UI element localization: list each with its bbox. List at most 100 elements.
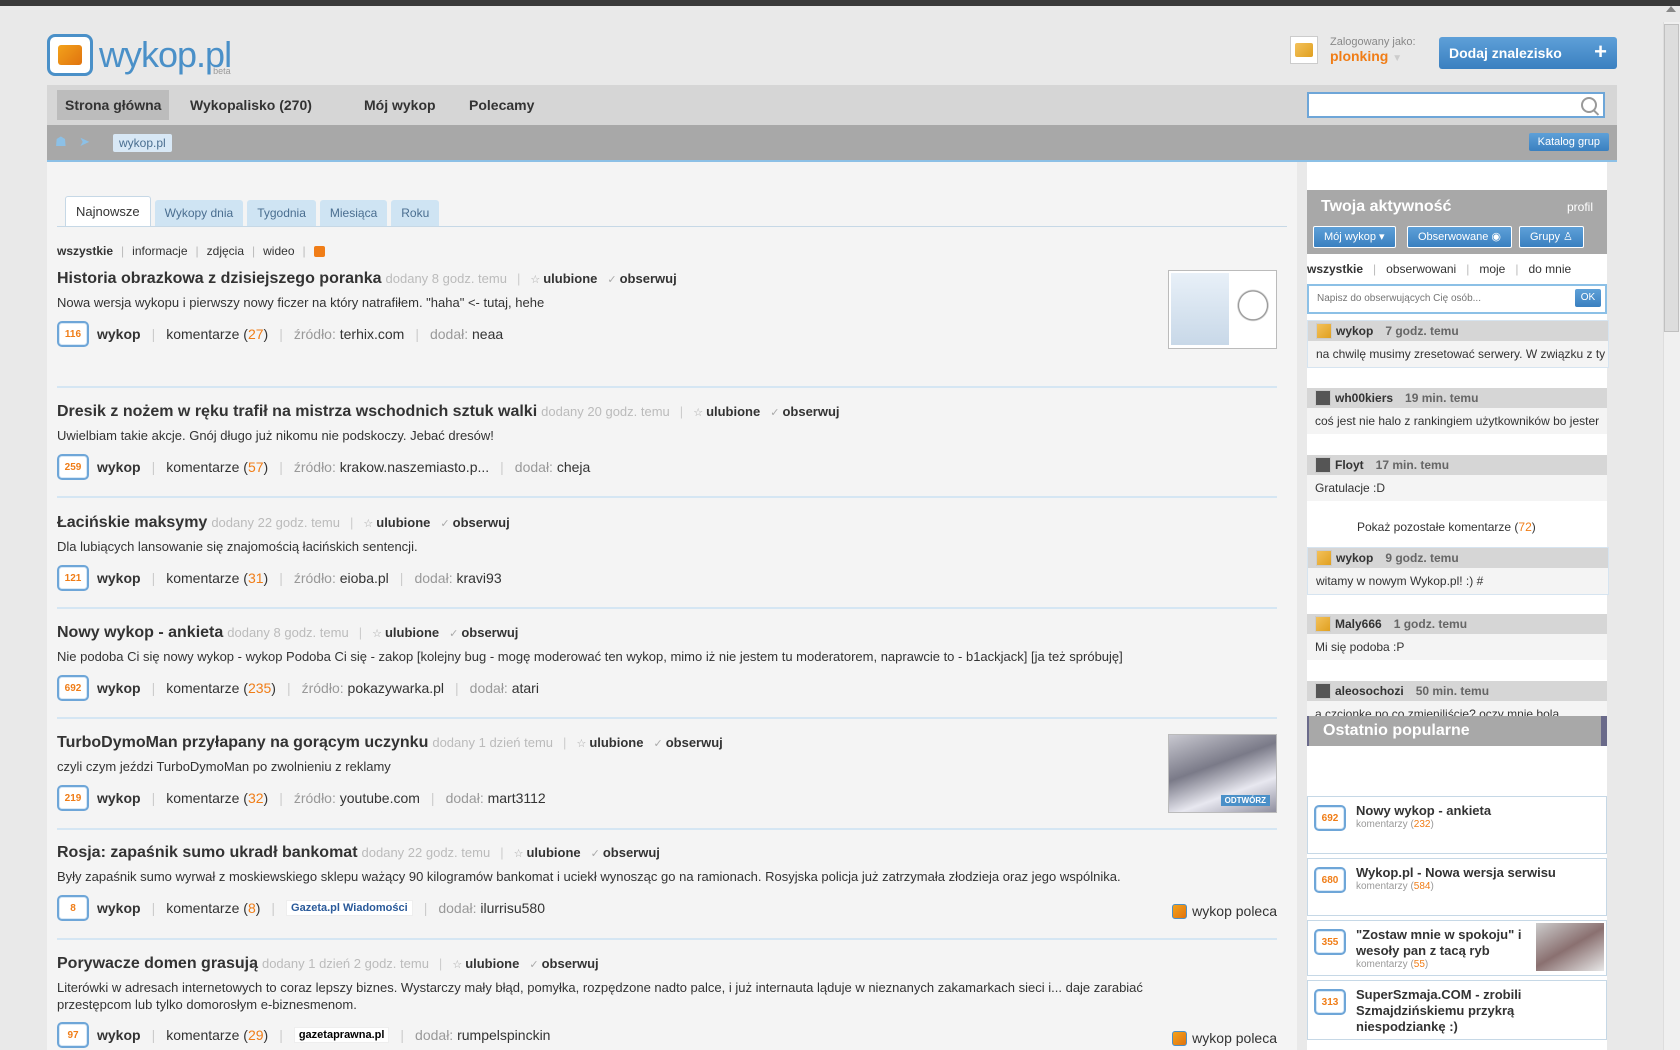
add-link-button[interactable]: Dodaj znalezisko + [1439,37,1617,69]
entry-time[interactable]: 9 godz. temu [1385,551,1458,565]
show-more-comments[interactable]: Pokaż pozostałe komentarze (72) [1357,520,1536,534]
comments-link[interactable]: komentarze (31) [166,570,268,586]
comments-link[interactable]: komentarze (32) [166,790,268,806]
observed-button[interactable]: Obserwowane ◉ [1407,226,1512,248]
group-chip[interactable]: wykop.pl [113,134,172,152]
filter-all[interactable]: wszystkie [57,244,113,258]
source-link[interactable]: youtube.com [340,790,420,806]
nav-home[interactable]: Strona główna [57,90,170,120]
popular-title[interactable]: Nowy wykop - ankieta [1356,803,1491,819]
status-input[interactable] [1315,292,1549,305]
tab-week[interactable]: Tygodnia [247,200,316,226]
wykop-button[interactable]: wykop [97,570,141,586]
wykop-recommends[interactable]: wykop poleca [1172,903,1277,919]
wykop-button[interactable]: wykop [97,790,141,806]
entry-time[interactable]: 50 min. temu [1416,684,1489,698]
username-link[interactable]: plonking [1330,48,1388,64]
popular-title[interactable]: Wykop.pl - Nowa wersja serwisu [1356,865,1556,881]
author-link[interactable]: mart3112 [488,790,546,806]
entry-user[interactable]: wh00kiers [1335,391,1393,405]
observe-link[interactable]: obserwuj [782,404,839,419]
popular-item[interactable]: 355 "Zostaw mnie w spokoju" i wesoły pan … [1307,920,1607,976]
groups-button[interactable]: Grupy ♙ [1519,226,1584,248]
comments-link[interactable]: komentarze (235) [166,680,276,696]
avatar[interactable] [1315,616,1331,632]
source-link[interactable]: krakow.naszemiasto.p... [340,459,489,475]
wykop-button[interactable]: wykop [97,1027,141,1043]
popular-thumbnail[interactable] [1536,923,1604,971]
entry-user[interactable]: wykop [1336,551,1373,565]
popular-title[interactable]: SuperSzmaja.COM - zrobili Szmajdzińskiemu… [1356,987,1521,1035]
ok-button[interactable]: OK [1575,289,1601,307]
wykop-button[interactable]: wykop [97,680,141,696]
filter-video[interactable]: wideo [263,244,294,258]
video-thumbnail[interactable]: ODTWÓRZ [1168,734,1277,813]
entry-user[interactable]: wykop [1336,324,1373,338]
entry-time[interactable]: 1 godz. temu [1394,617,1467,631]
item-title[interactable]: Dresik z nożem w ręku trafił na mistrza … [57,403,537,420]
activity-filter-observed[interactable]: obserwowani [1386,262,1456,276]
observe-link[interactable]: obserwuj [461,625,518,640]
entry-user[interactable]: aleosochozi [1335,684,1404,698]
item-title[interactable]: TurboDymoMan przyłapany na gorącym uczyn… [57,734,428,751]
item-title[interactable]: Nowy wykop - ankieta [57,624,223,641]
entry-user[interactable]: Maly666 [1335,617,1382,631]
favorite-link[interactable]: ulubione [706,404,760,419]
avatar[interactable] [1316,323,1332,339]
wykop-button[interactable]: wykop [97,900,141,916]
nav-my-wykop[interactable]: Mój wykop [364,85,436,125]
wykop-button[interactable]: wykop [97,459,141,475]
tab-newest[interactable]: Najnowsze [65,196,151,226]
source-logo[interactable]: Gazeta.pl Wiadomości [286,900,413,916]
avatar[interactable] [1316,550,1332,566]
user-box[interactable]: Zalogowany jako: plonking ▼ [1290,36,1416,64]
favorite-link[interactable]: ulubione [589,735,643,750]
activity-filter-to-me[interactable]: do mnie [1528,262,1571,276]
play-button[interactable]: ODTWÓRZ [1220,795,1270,806]
entry-time[interactable]: 7 godz. temu [1385,324,1458,338]
author-link[interactable]: neaa [472,326,503,342]
observe-link[interactable]: obserwuj [453,515,510,530]
vote-count-button[interactable]: 8 [57,895,89,921]
vote-count-button[interactable]: 692 [57,675,89,701]
author-link[interactable]: atari [512,680,539,696]
vote-count-button[interactable]: 219 [57,785,89,811]
popular-item[interactable]: 680 Wykop.pl - Nowa wersja serwisu komen… [1307,858,1607,916]
profile-link[interactable]: profil [1567,200,1593,214]
vote-count-button[interactable]: 313 [1314,989,1346,1015]
vote-count-button[interactable]: 121 [57,565,89,591]
avatar[interactable] [1290,36,1318,64]
author-link[interactable]: ilurrisu580 [480,900,545,916]
popular-title[interactable]: "Zostaw mnie w spokoju" i wesoły pan z ta… [1356,927,1521,959]
favorite-link[interactable]: ulubione [385,625,439,640]
vote-count-button[interactable]: 116 [57,321,89,347]
avatar[interactable] [1315,457,1331,473]
item-title[interactable]: Porywacze domen grasują [57,955,258,972]
tab-day[interactable]: Wykopy dnia [154,200,244,226]
group-catalog-button[interactable]: Katalog grup [1528,133,1609,151]
source-link[interactable]: terhix.com [340,326,405,342]
vote-count-button[interactable]: 680 [1314,867,1346,893]
item-title[interactable]: Rosja: zapaśnik sumo ukradł bankomat [57,844,358,861]
observe-link[interactable]: obserwuj [603,845,660,860]
vote-count-button[interactable]: 97 [57,1022,89,1048]
scroll-up-icon[interactable] [1666,6,1676,12]
author-link[interactable]: cheja [557,459,590,475]
author-link[interactable]: kravi93 [456,570,501,586]
activity-filter-all[interactable]: wszystkie [1307,262,1363,276]
popular-item[interactable]: 692 Nowy wykop - ankieta komentarzy (232… [1307,796,1607,854]
entry-user[interactable]: Floyt [1335,458,1364,472]
wykop-recommends[interactable]: wykop poleca [1172,1030,1277,1046]
item-title[interactable]: Historia obrazkowa z dzisiejszego porank… [57,270,382,287]
nav-wykopalisko[interactable]: Wykopalisko (270) [190,85,312,125]
observe-link[interactable]: obserwuj [542,956,599,971]
status-field[interactable]: OK [1307,284,1607,314]
tab-year[interactable]: Roku [391,200,440,226]
favorite-link[interactable]: ulubione [526,845,580,860]
favorite-link[interactable]: ulubione [465,956,519,971]
favorite-link[interactable]: ulubione [543,271,597,286]
wykop-button[interactable]: wykop [97,326,141,342]
vote-count-button[interactable]: 259 [57,454,89,480]
search-icon[interactable] [1581,97,1597,113]
comments-link[interactable]: komentarze (27) [166,326,268,342]
